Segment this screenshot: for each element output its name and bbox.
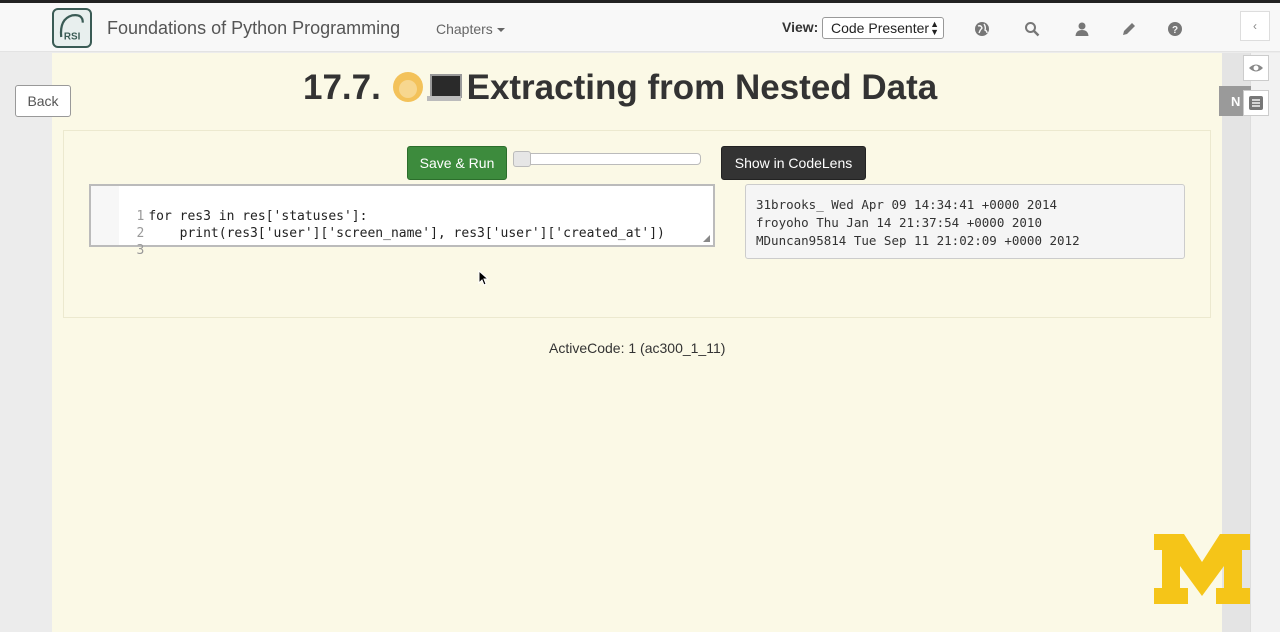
resize-handle-icon[interactable] bbox=[703, 235, 710, 242]
activecode-caption: ActiveCode: 1 (ac300_1_11) bbox=[549, 340, 726, 356]
code-line: 1 for res3 in res['statuses']: bbox=[91, 191, 367, 224]
page-title: 17.7. Extracting from Nested Data bbox=[303, 68, 937, 108]
select-arrows-icon: ▲ ▼ bbox=[930, 19, 939, 37]
back-button[interactable]: Back bbox=[15, 85, 71, 117]
pencil-icon[interactable] bbox=[1121, 21, 1137, 37]
top-navbar: RSI Foundations of Python Programming Ch… bbox=[0, 0, 1280, 52]
svg-text:RSI: RSI bbox=[64, 32, 81, 43]
site-logo[interactable]: RSI bbox=[52, 8, 92, 48]
notes-icon[interactable] bbox=[1243, 90, 1269, 116]
eye-icon[interactable] bbox=[1243, 55, 1269, 81]
help-icon[interactable]: ? bbox=[1167, 21, 1183, 37]
code-line: 3 bbox=[91, 225, 148, 258]
save-run-button[interactable]: Save & Run bbox=[407, 146, 507, 180]
view-select-value: Code Presenter bbox=[831, 20, 930, 36]
person-emoji-icon bbox=[392, 72, 423, 102]
globe-icon[interactable] bbox=[974, 21, 990, 37]
university-logo-icon bbox=[1154, 534, 1250, 604]
code-editor[interactable]: 1 for res3 in res['statuses']: 2 print(re… bbox=[89, 184, 715, 258]
history-slider-handle[interactable] bbox=[513, 151, 531, 167]
program-output: 31brooks_ Wed Apr 09 14:34:41 +0000 2014… bbox=[745, 184, 1185, 259]
chapters-menu[interactable]: Chapters bbox=[436, 21, 505, 37]
user-icon[interactable] bbox=[1074, 21, 1090, 37]
right-sidebar bbox=[1250, 53, 1280, 632]
code-text: print(res3['user']['screen_name'], res3[… bbox=[148, 226, 665, 241]
output-line: MDuncan95814 Tue Sep 11 21:02:09 +0000 2… bbox=[756, 233, 1080, 248]
chevron-left-icon[interactable]: ‹ bbox=[1240, 11, 1270, 41]
code-line: 2 print(res3['user']['screen_name'], res… bbox=[91, 208, 664, 241]
site-title[interactable]: Foundations of Python Programming bbox=[107, 18, 400, 39]
show-codelens-button[interactable]: Show in CodeLens bbox=[721, 146, 866, 180]
output-line: 31brooks_ Wed Apr 09 14:34:41 +0000 2014 bbox=[756, 197, 1058, 212]
chapters-label: Chapters bbox=[436, 21, 493, 37]
laptop-emoji-icon bbox=[426, 74, 462, 102]
view-label: View: bbox=[782, 19, 819, 35]
section-number: 17.7. bbox=[303, 68, 381, 107]
title-text: Extracting from Nested Data bbox=[466, 68, 938, 107]
search-icon[interactable] bbox=[1024, 21, 1040, 37]
caret-down-icon bbox=[496, 28, 505, 33]
svg-text:?: ? bbox=[1172, 25, 1178, 36]
view-select[interactable]: Code Presenter ▲ ▼ bbox=[822, 17, 944, 39]
line-number: 3 bbox=[136, 243, 145, 258]
history-slider[interactable] bbox=[513, 153, 701, 165]
mouse-cursor-icon bbox=[478, 270, 490, 286]
output-line: froyoho Thu Jan 14 21:37:54 +0000 2010 bbox=[756, 215, 1042, 230]
